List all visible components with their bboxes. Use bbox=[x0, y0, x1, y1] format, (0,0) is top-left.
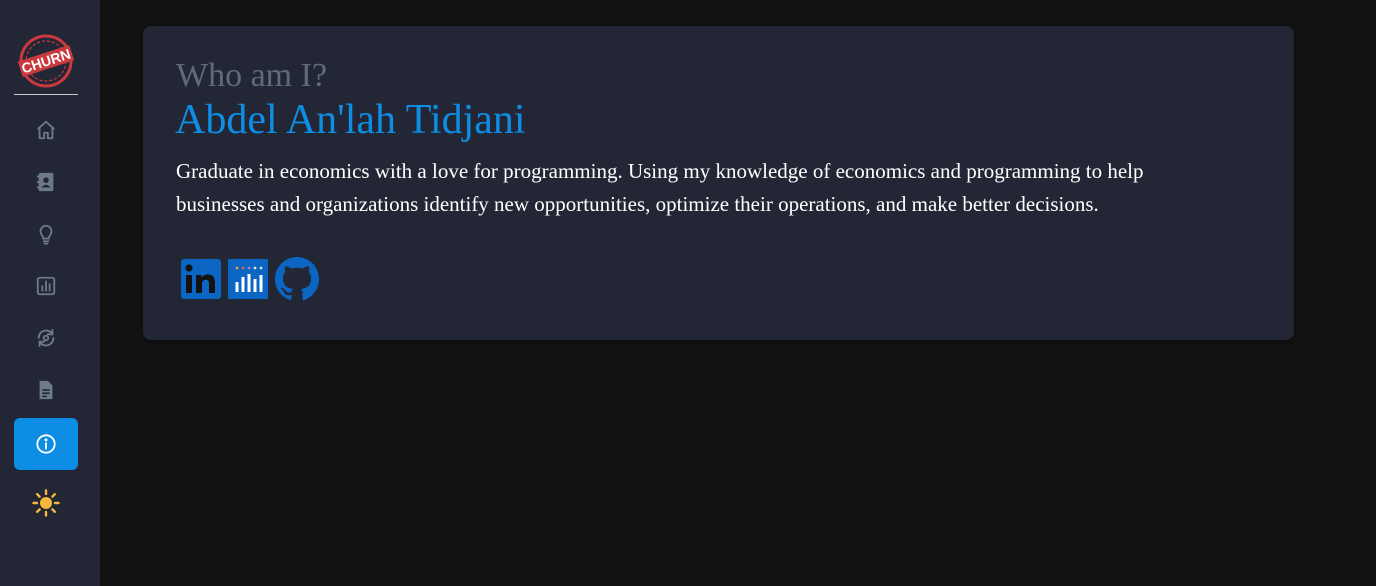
sidebar-item-prediction[interactable] bbox=[14, 312, 78, 364]
tableau-link[interactable] bbox=[227, 258, 269, 305]
github-icon bbox=[274, 256, 320, 300]
home-icon bbox=[37, 120, 55, 140]
churn-logo[interactable]: CHURN bbox=[17, 33, 75, 89]
about-card: Who am I? Abdel An'lah Tidjani Graduate … bbox=[143, 26, 1294, 340]
tableau-icon bbox=[228, 258, 268, 299]
sidebar-item-about[interactable] bbox=[14, 418, 78, 470]
sidebar-item-insights[interactable] bbox=[14, 208, 78, 260]
sidebar: CHURN bbox=[0, 0, 100, 586]
sun-icon bbox=[32, 489, 60, 517]
sidebar-item-documents[interactable] bbox=[14, 364, 78, 416]
bar-chart-icon bbox=[36, 276, 56, 296]
sidebar-item-dashboard[interactable] bbox=[14, 260, 78, 312]
author-bio: Graduate in economics with a love for pr… bbox=[176, 159, 1144, 216]
sidebar-item-home[interactable] bbox=[14, 104, 78, 156]
refresh-eye-icon bbox=[37, 328, 55, 348]
logo-divider bbox=[14, 94, 78, 95]
sidebar-item-contacts[interactable] bbox=[14, 156, 78, 208]
social-links bbox=[180, 256, 320, 307]
linkedin-icon bbox=[181, 258, 221, 299]
about-eyebrow: Who am I? bbox=[176, 57, 328, 94]
contact-book-icon bbox=[36, 172, 54, 192]
info-icon bbox=[36, 434, 56, 454]
linkedin-link[interactable] bbox=[180, 258, 222, 305]
lightbulb-icon bbox=[39, 224, 53, 245]
document-icon bbox=[39, 380, 53, 400]
github-link[interactable] bbox=[274, 256, 320, 307]
logo-text: CHURN bbox=[19, 46, 72, 77]
author-name: Abdel An'lah Tidjani bbox=[175, 97, 526, 143]
theme-toggle-button[interactable] bbox=[14, 478, 78, 528]
